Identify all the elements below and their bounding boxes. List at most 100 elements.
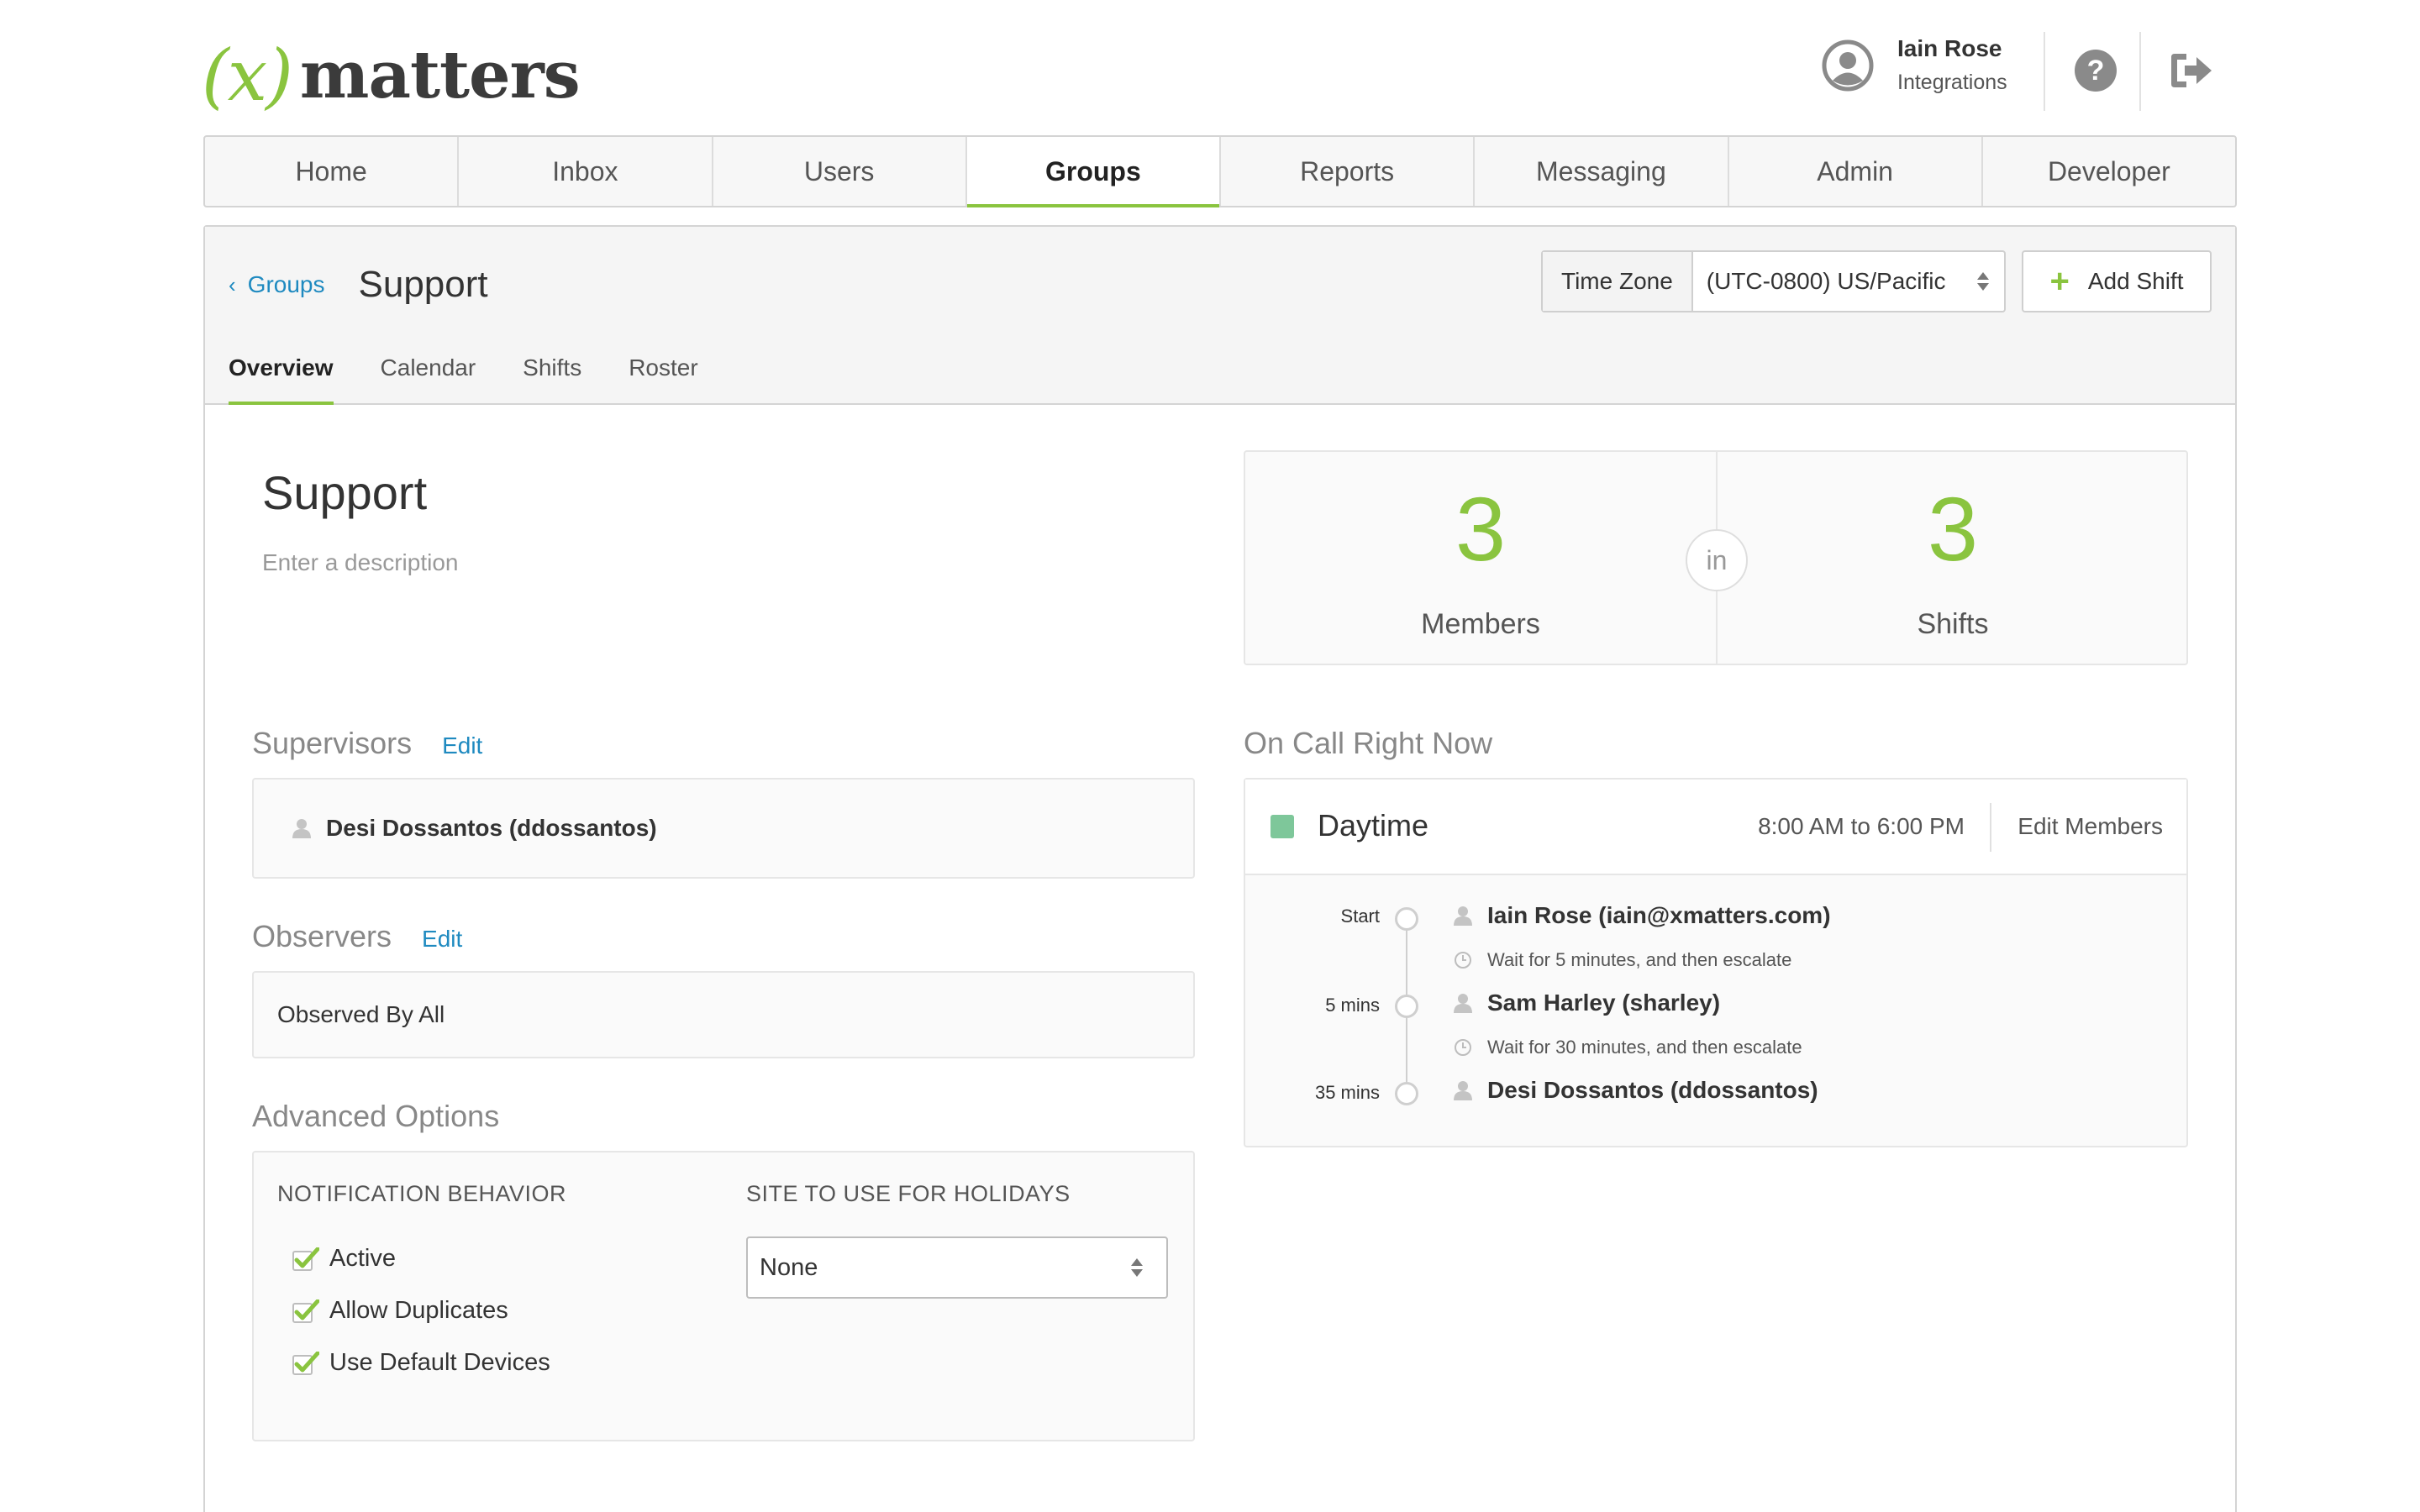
clock-icon: [1454, 1038, 1472, 1057]
holiday-site-value: None: [760, 1253, 818, 1281]
escalation-offset: 5 mins: [1325, 995, 1380, 1016]
group-tabs: Overview Calendar Shifts Roster: [229, 343, 745, 405]
escalation-member: Sam Harley (sharley): [1454, 990, 1720, 1016]
group-header: ‹ Groups Support Time Zone (UTC-0800) US…: [205, 227, 2235, 405]
checkbox-checked-icon: [292, 1351, 319, 1375]
escalation-member-name: Iain Rose (iain@xmatters.com): [1487, 902, 1831, 928]
observers-box: Observed By All: [252, 971, 1195, 1058]
logout-icon[interactable]: [2168, 47, 2215, 94]
observers-header: Observers Edit: [252, 919, 462, 954]
tab-overview[interactable]: Overview: [229, 343, 334, 405]
shift-color-swatch: [1270, 815, 1294, 838]
main-nav: Home Inbox Users Groups Reports Messagin…: [203, 135, 2237, 207]
nav-messaging[interactable]: Messaging: [1475, 137, 1729, 206]
supervisors-header: Supervisors Edit: [252, 726, 482, 761]
nav-reports[interactable]: Reports: [1221, 137, 1476, 206]
checkbox-checked-icon: [292, 1247, 319, 1271]
nav-users[interactable]: Users: [713, 137, 967, 206]
nav-groups[interactable]: Groups: [966, 137, 1221, 207]
nav-inbox[interactable]: Inbox: [459, 137, 713, 206]
plus-icon: +: [2049, 263, 2070, 300]
members-label: Members: [1421, 608, 1540, 640]
supervisor-name: Desi Dossantos (ddossantos): [326, 815, 657, 841]
header-divider: [1990, 803, 1991, 852]
list-item: Desi Dossantos (ddossantos): [292, 815, 657, 842]
shift-time: 8:00 AM to 6:00 PM: [1758, 813, 1965, 839]
escalation-member-name: Desi Dossantos (ddossantos): [1487, 1077, 1818, 1103]
escalation-member: Iain Rose (iain@xmatters.com): [1454, 902, 1831, 929]
on-call-header: On Call Right Now: [1244, 726, 1492, 761]
logo-wordmark: matters: [299, 37, 581, 113]
use-default-devices-checkbox[interactable]: Use Default Devices: [292, 1349, 550, 1377]
nav-developer[interactable]: Developer: [1983, 137, 2235, 206]
user-role: Integrations: [1897, 71, 2007, 94]
logo-symbol: (x): [202, 34, 293, 117]
shifts-count: 3: [1927, 478, 1979, 580]
timeline-node: [1395, 995, 1418, 1018]
shift-name[interactable]: Daytime: [1318, 808, 1428, 843]
group-name[interactable]: Support: [262, 465, 427, 520]
escalation-offset: 35 mins: [1314, 1082, 1380, 1103]
advanced-options-header: Advanced Options: [252, 1099, 499, 1134]
header-divider: [2139, 32, 2141, 111]
nav-home[interactable]: Home: [205, 137, 460, 206]
advanced-options-box: NOTIFICATION BEHAVIOR SITE TO USE FOR HO…: [252, 1151, 1195, 1441]
timezone-select[interactable]: (UTC-0800) US/Pacific: [1693, 252, 2004, 311]
allow-duplicates-checkbox[interactable]: Allow Duplicates: [292, 1297, 508, 1325]
escalation-member-name: Sam Harley (sharley): [1487, 990, 1721, 1016]
edit-members-link[interactable]: Edit Members: [2018, 813, 2163, 840]
timeline-node: [1395, 1082, 1418, 1105]
shifts-stat[interactable]: 3 Shifts: [1718, 452, 2188, 664]
on-call-title: On Call Right Now: [1244, 726, 1493, 760]
membership-summary: 3 Members 3 Shifts in: [1244, 450, 2188, 665]
in-connector: in: [1686, 529, 1748, 591]
person-icon: [1454, 906, 1472, 926]
notification-behavior-heading: NOTIFICATION BEHAVIOR: [277, 1181, 567, 1206]
tab-roster[interactable]: Roster: [629, 343, 697, 403]
timezone-control: Time Zone (UTC-0800) US/Pacific: [1541, 250, 2006, 312]
active-checkbox[interactable]: Active: [292, 1245, 396, 1273]
observers-edit-link[interactable]: Edit: [422, 926, 462, 953]
escalation-wait: Wait for 5 minutes, and then escalate: [1454, 949, 1791, 971]
breadcrumb-back-link[interactable]: ‹ Groups: [229, 271, 325, 298]
holiday-site-select[interactable]: None: [746, 1236, 1168, 1299]
escalation-offset: Start: [1340, 906, 1380, 927]
tab-calendar[interactable]: Calendar: [381, 343, 476, 403]
timezone-value: (UTC-0800) US/Pacific: [1706, 268, 1946, 294]
escalation-member: Desi Dossantos (ddossantos): [1454, 1077, 1818, 1104]
members-count: 3: [1455, 478, 1507, 580]
select-arrows-icon: [1129, 1256, 1144, 1279]
group-description-field[interactable]: Enter a description: [262, 549, 458, 576]
checkbox-label: Allow Duplicates: [329, 1297, 508, 1324]
person-icon: [1454, 993, 1472, 1013]
supervisors-edit-link[interactable]: Edit: [442, 732, 482, 759]
members-stat[interactable]: 3 Members: [1245, 452, 1716, 664]
shift-header: Daytime 8:00 AM to 6:00 PM Edit Members: [1245, 780, 2186, 875]
advanced-options-title: Advanced Options: [252, 1099, 500, 1133]
nav-admin[interactable]: Admin: [1729, 137, 1983, 206]
chevron-left-icon: ‹: [229, 271, 236, 297]
xmatters-logo[interactable]: (x) matters: [202, 34, 581, 118]
observers-title: Observers: [252, 919, 392, 953]
user-name: Iain Rose: [1897, 35, 2002, 61]
group-content-panel: ‹ Groups Support Time Zone (UTC-0800) US…: [203, 225, 2237, 1512]
help-icon[interactable]: ?: [2072, 47, 2119, 94]
escalation-wait: Wait for 30 minutes, and then escalate: [1454, 1037, 1802, 1058]
add-shift-button[interactable]: + Add Shift: [2022, 250, 2212, 312]
holiday-site-heading: SITE TO USE FOR HOLIDAYS: [746, 1181, 1071, 1206]
timeline-node: [1395, 907, 1418, 931]
person-icon: [292, 818, 311, 838]
page-title: Support: [358, 264, 488, 305]
user-menu[interactable]: Iain Rose Integrations: [1822, 32, 2007, 99]
add-shift-label: Add Shift: [2087, 268, 2184, 294]
tab-shifts[interactable]: Shifts: [523, 343, 581, 403]
shifts-label: Shifts: [1917, 608, 1989, 640]
checkbox-label: Use Default Devices: [329, 1349, 550, 1376]
checkbox-label: Active: [329, 1245, 396, 1272]
supervisors-box: Desi Dossantos (ddossantos): [252, 778, 1195, 879]
clock-icon: [1454, 951, 1472, 969]
escalation-wait-text: Wait for 30 minutes, and then escalate: [1487, 1037, 1802, 1058]
checkbox-checked-icon: [292, 1299, 319, 1323]
supervisors-title: Supervisors: [252, 726, 413, 760]
header-divider: [2044, 32, 2045, 111]
